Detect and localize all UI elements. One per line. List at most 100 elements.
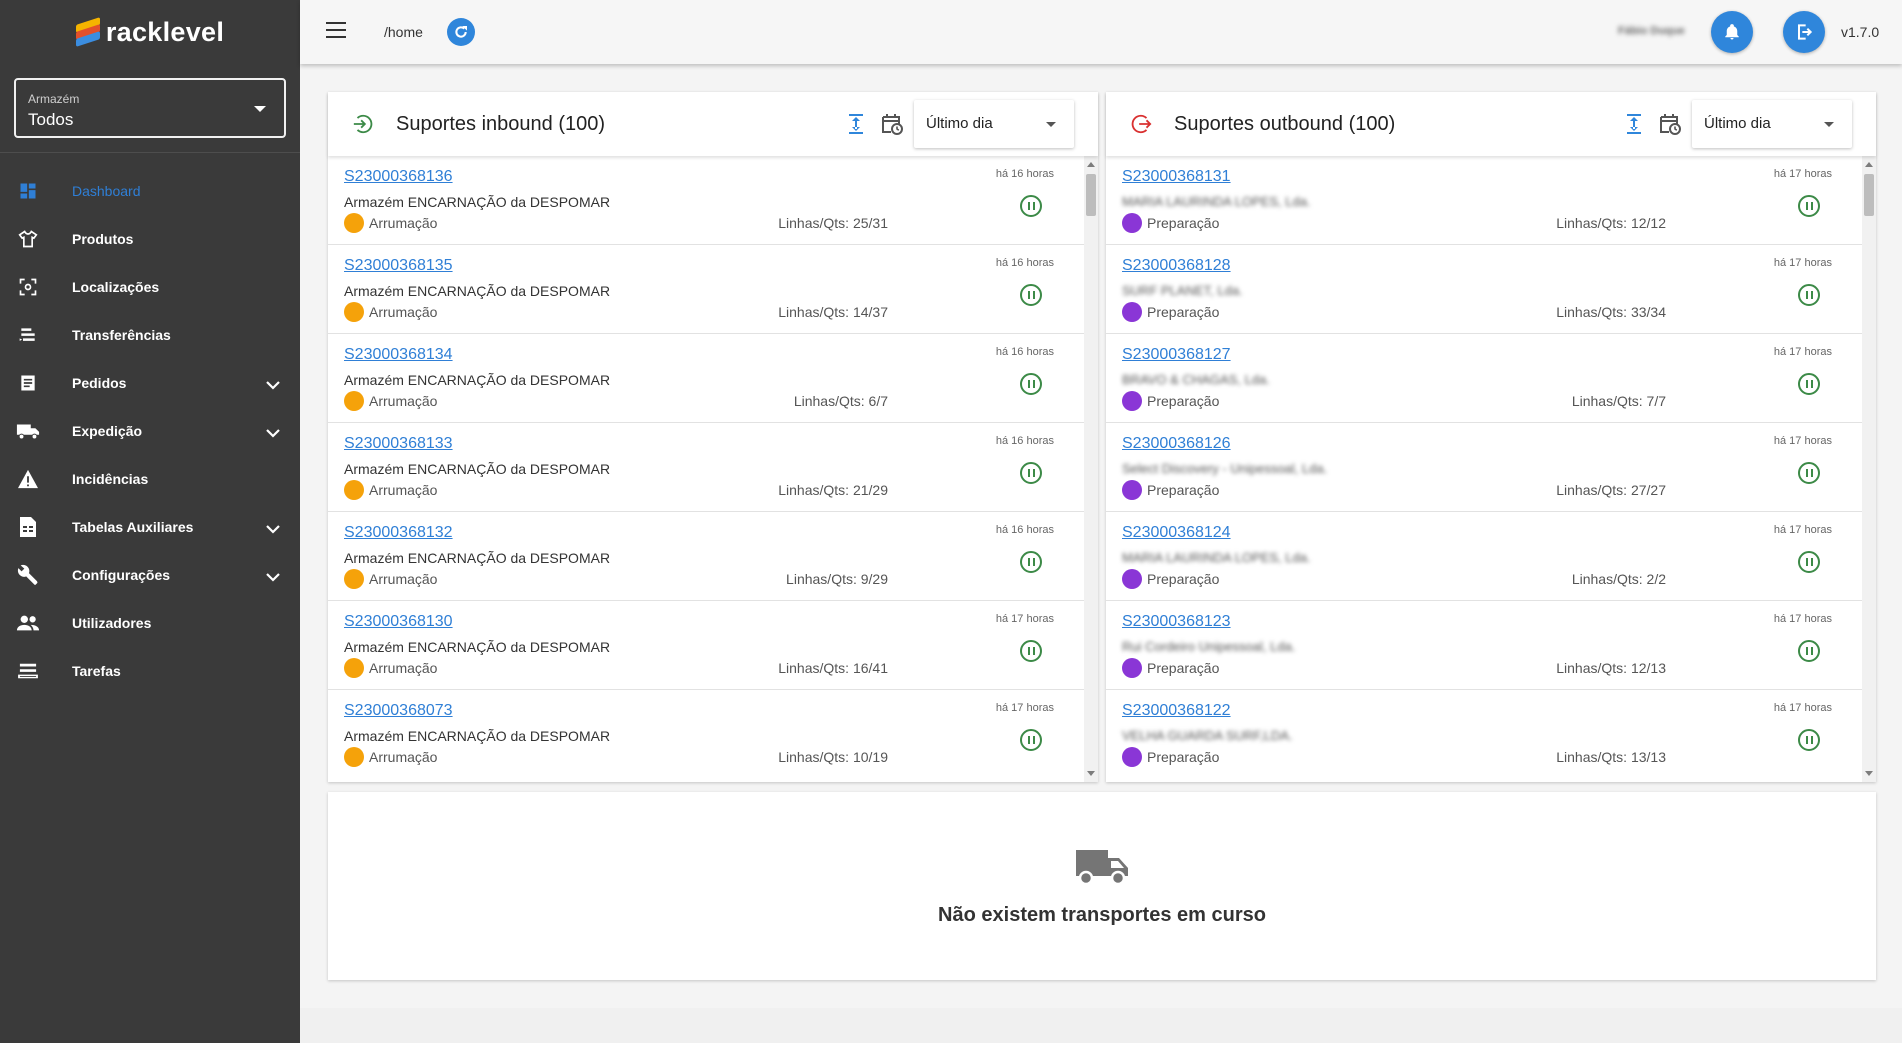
sidebar-item-localizacoes[interactable]: Localizações — [0, 263, 300, 311]
support-code-link[interactable]: S23000368126 — [1122, 435, 1231, 453]
location-target-icon — [16, 275, 40, 299]
row-lines-qts: Linhas/Qts: 25/31 — [778, 215, 888, 231]
sidebar-item-dashboard[interactable]: Dashboard — [0, 167, 300, 215]
app-logo[interactable]: racklevel — [0, 0, 300, 64]
support-code-link[interactable]: S23000368134 — [344, 346, 453, 364]
support-code-link[interactable]: S23000368123 — [1122, 613, 1231, 631]
pause-icon[interactable] — [1020, 284, 1042, 306]
row-lines-qts: Linhas/Qts: 12/12 — [1556, 215, 1666, 231]
pause-icon[interactable] — [1798, 195, 1820, 217]
sidebar-item-tarefas[interactable]: Tarefas — [0, 647, 300, 695]
sidebar-item-utilizadores[interactable]: Utilizadores — [0, 599, 300, 647]
scroll-down-icon[interactable] — [1087, 771, 1095, 776]
sidebar-item-tabelas-auxiliares[interactable]: Tabelas Auxiliares — [0, 503, 300, 551]
scroll-down-icon[interactable] — [1865, 771, 1873, 776]
pause-icon[interactable] — [1020, 551, 1042, 573]
inbound-panel-header: Suportes inbound (100) Último dia — [328, 92, 1098, 156]
sidebar-item-incidencias[interactable]: Incidências — [0, 455, 300, 503]
pause-icon[interactable] — [1798, 284, 1820, 306]
list-item: S23000368130 há 17 horas Armazém ENCARNA… — [328, 601, 1084, 690]
user-name[interactable]: Fábio Duque — [1618, 25, 1685, 37]
warehouse-select[interactable]: Armazém Todos — [14, 78, 286, 138]
list-item: S23000368131 há 17 horas MARIA LAURINDA … — [1106, 156, 1862, 245]
sidebar-item-expedicao[interactable]: Expedição — [0, 407, 300, 455]
sidebar-item-label: Utilizadores — [72, 615, 152, 631]
sidebar-item-label: Pedidos — [72, 375, 127, 391]
row-description: Armazém ENCARNAÇÃO da DESPOMAR — [344, 550, 611, 566]
sidebar-item-produtos[interactable]: Produtos — [0, 215, 300, 263]
pause-icon[interactable] — [1020, 373, 1042, 395]
support-code-link[interactable]: S23000368135 — [344, 257, 453, 275]
pause-icon[interactable] — [1798, 729, 1820, 751]
support-code-link[interactable]: S23000368124 — [1122, 524, 1231, 542]
outbound-logout-icon — [1128, 111, 1154, 137]
row-description: Armazém ENCARNAÇÃO da DESPOMAR — [344, 461, 611, 477]
row-customer: SURF PLANET, Lda. — [1122, 283, 1243, 298]
support-code-link[interactable]: S23000368073 — [344, 702, 453, 720]
scroll-up-icon[interactable] — [1865, 162, 1873, 167]
pause-icon[interactable] — [1798, 640, 1820, 662]
row-timestamp: há 17 horas — [1773, 702, 1832, 714]
refresh-button[interactable] — [447, 18, 475, 46]
support-code-link[interactable]: S23000368132 — [344, 524, 453, 542]
row-timestamp: há 17 horas — [995, 702, 1054, 714]
wrench-icon — [16, 563, 40, 587]
list-item: S23000368073 há 17 horas Armazém ENCARNA… — [328, 690, 1084, 774]
sidebar-item-configuracoes[interactable]: Configurações — [0, 551, 300, 599]
pause-icon[interactable] — [1798, 462, 1820, 484]
chevron-down-icon[interactable] — [266, 521, 280, 539]
expand-vertical-icon[interactable] — [844, 112, 868, 136]
logout-icon — [1798, 24, 1813, 40]
pause-icon[interactable] — [1020, 462, 1042, 484]
period-select-value: Último dia — [1704, 115, 1771, 132]
support-code-link[interactable]: S23000368131 — [1122, 168, 1231, 186]
sidebar-item-pedidos[interactable]: Pedidos — [0, 359, 300, 407]
scrollbar-thumb[interactable] — [1864, 174, 1874, 216]
calendar-clock-icon[interactable] — [880, 112, 904, 136]
inbound-scrollbar[interactable] — [1084, 156, 1098, 782]
period-select-value: Último dia — [926, 115, 993, 132]
support-code-link[interactable]: S23000368122 — [1122, 702, 1231, 720]
support-code-link[interactable]: S23000368130 — [344, 613, 453, 631]
row-customer: BRAVO & CHAGAS, Lda. — [1122, 372, 1270, 387]
sidebar-menu: Dashboard Produtos Localizações Transfer… — [0, 167, 300, 695]
sidebar: racklevel Armazém Todos Dashboard Produt… — [0, 0, 300, 1043]
expand-vertical-icon[interactable] — [1622, 112, 1646, 136]
row-lines-qts: Linhas/Qts: 10/19 — [778, 749, 888, 765]
pause-icon[interactable] — [1020, 640, 1042, 662]
logout-button[interactable] — [1783, 11, 1825, 53]
support-code-link[interactable]: S23000368127 — [1122, 346, 1231, 364]
warehouse-select-value: Todos — [28, 110, 74, 129]
notifications-button[interactable] — [1711, 11, 1753, 53]
row-timestamp: há 17 horas — [1773, 257, 1832, 269]
row-lines-qts: Linhas/Qts: 13/13 — [1556, 749, 1666, 765]
sidebar-item-transferencias[interactable]: Transferências — [0, 311, 300, 359]
support-code-link[interactable]: S23000368133 — [344, 435, 453, 453]
pause-icon[interactable] — [1798, 373, 1820, 395]
sidebar-item-label: Tabelas Auxiliares — [72, 519, 194, 535]
transfer-icon — [16, 323, 40, 347]
outbound-scrollbar[interactable] — [1862, 156, 1876, 782]
calendar-clock-icon[interactable] — [1658, 112, 1682, 136]
row-customer: Select Discovery - Unipessoal, Lda. — [1122, 461, 1328, 476]
chevron-down-icon[interactable] — [266, 377, 280, 395]
support-code-link[interactable]: S23000368128 — [1122, 257, 1231, 275]
support-code-link[interactable]: S23000368136 — [344, 168, 453, 186]
outbound-period-select[interactable]: Último dia — [1692, 100, 1852, 148]
app-version: v1.7.0 — [1841, 24, 1880, 40]
transports-panel: Não existem transportes em curso — [328, 792, 1876, 980]
outbound-panel-title: Suportes outbound (100) — [1174, 112, 1396, 135]
chevron-down-icon[interactable] — [266, 569, 280, 587]
pause-icon[interactable] — [1020, 729, 1042, 751]
pause-icon[interactable] — [1798, 551, 1820, 573]
scroll-up-icon[interactable] — [1087, 162, 1095, 167]
pause-icon[interactable] — [1020, 195, 1042, 217]
inbound-period-select[interactable]: Último dia — [914, 100, 1074, 148]
scrollbar-thumb[interactable] — [1086, 174, 1096, 216]
sidebar-item-label: Incidências — [72, 471, 149, 487]
row-timestamp: há 16 horas — [995, 435, 1054, 447]
menu-toggle-icon[interactable] — [326, 22, 346, 38]
table-document-icon — [16, 515, 40, 539]
chevron-down-icon[interactable] — [266, 425, 280, 443]
inbound-login-icon — [350, 111, 376, 137]
